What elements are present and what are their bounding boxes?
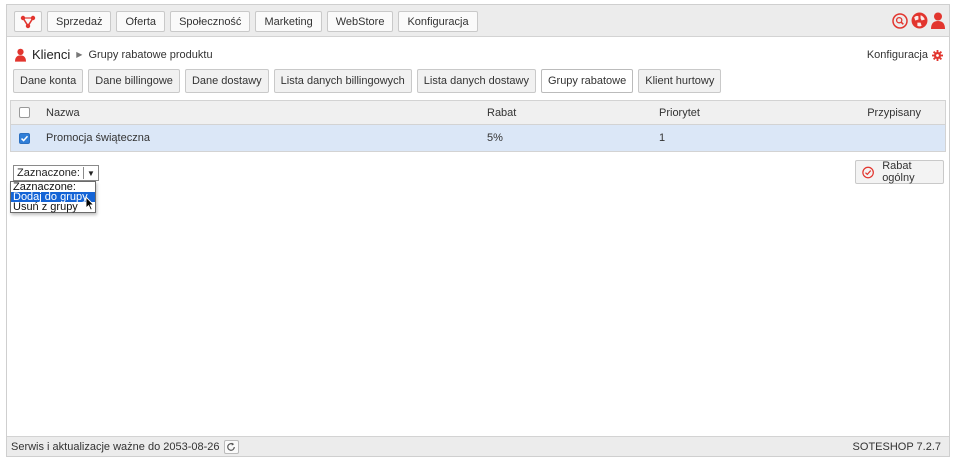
- user-icon[interactable]: [931, 12, 945, 29]
- top-icons: [892, 12, 945, 29]
- refresh-button[interactable]: [223, 439, 239, 454]
- breadcrumb-clients-link[interactable]: Klienci: [32, 47, 70, 62]
- user-icon: [15, 48, 26, 62]
- app-window: Sprzedaż Oferta Społeczność Marketing We…: [6, 4, 950, 457]
- check-circle-icon: [862, 166, 874, 178]
- nav-item-webstore[interactable]: WebStore: [326, 11, 394, 32]
- row-checkbox[interactable]: [19, 132, 30, 144]
- logo-icon: [20, 15, 36, 28]
- breadcrumb: Klienci ▶ Grupy rabatowe produktu: [15, 47, 213, 62]
- table-header: Nazwa Rabat Priorytet Przypisany: [11, 101, 945, 125]
- nav-item-spolecznosc[interactable]: Społeczność: [170, 11, 251, 32]
- select-all-checkbox[interactable]: [19, 107, 30, 118]
- general-discount-label: Rabat ogólny: [882, 160, 915, 184]
- cell-rabat: 5%: [487, 132, 503, 144]
- main-menu: Sprzedaż Oferta Społeczność Marketing We…: [47, 11, 478, 32]
- tab-lista-danych-billingowych[interactable]: Lista danych billingowych: [273, 69, 412, 93]
- service-validity-text: Serwis i aktualizacje ważne do 2053-08-2…: [11, 440, 220, 453]
- tab-grupy-rabatowe[interactable]: Grupy rabatowe: [540, 69, 634, 93]
- selection-options-list: Zaznaczone: Dodaj do grupy Usuń z grupy: [10, 181, 96, 213]
- nav-item-konfiguracja[interactable]: Konfiguracja: [398, 11, 478, 32]
- refresh-icon: [227, 442, 235, 451]
- tab-bar: Dane konta Dane billingowe Dane dostawy …: [13, 69, 722, 93]
- cell-name[interactable]: Promocja świąteczna: [46, 132, 150, 144]
- tab-klient-hurtowy[interactable]: Klient hurtowy: [638, 69, 722, 93]
- gear-icon: [932, 49, 943, 61]
- column-header-assigned[interactable]: Przypisany: [867, 107, 921, 119]
- cell-priority: 1: [659, 132, 666, 144]
- status-bar: Serwis i aktualizacje ważne do 2053-08-2…: [7, 436, 949, 456]
- globe-icon[interactable]: [911, 12, 928, 29]
- nav-item-sprzedaz[interactable]: Sprzedaż: [47, 11, 112, 32]
- breadcrumb-current: Grupy rabatowe produktu: [88, 48, 213, 61]
- configuration-link-label: Konfiguracja: [866, 49, 928, 61]
- discount-groups-table: Nazwa Rabat Priorytet Przypisany Promocj…: [10, 100, 946, 152]
- checkmark-icon: [20, 135, 29, 142]
- column-header-name[interactable]: Nazwa: [46, 107, 80, 119]
- tab-dane-billingowe[interactable]: Dane billingowe: [88, 69, 180, 93]
- search-icon[interactable]: [892, 12, 908, 29]
- option-usun-z-grupy[interactable]: Usuń z grupy: [11, 202, 95, 213]
- chevron-down-icon: ▼: [87, 168, 95, 178]
- mouse-pointer-icon: [85, 196, 95, 211]
- breadcrumb-separator-icon: ▶: [76, 50, 83, 59]
- general-discount-button[interactable]: Rabat ogólny: [855, 160, 944, 184]
- selection-select-value: Zaznaczone:: [17, 167, 80, 179]
- nav-item-oferta[interactable]: Oferta: [116, 11, 166, 32]
- logo-button[interactable]: [14, 11, 42, 32]
- tab-dane-konta[interactable]: Dane konta: [13, 69, 84, 93]
- tab-lista-danych-dostawy[interactable]: Lista danych dostawy: [416, 69, 536, 93]
- nav-item-marketing[interactable]: Marketing: [255, 11, 322, 32]
- column-header-priority[interactable]: Priorytet: [659, 107, 700, 119]
- selection-action-select[interactable]: Zaznaczone: ▼: [13, 165, 99, 181]
- top-navigation-bar: Sprzedaż Oferta Społeczność Marketing We…: [7, 5, 949, 37]
- version-label: SOTESHOP 7.2.7: [852, 440, 941, 453]
- configuration-link[interactable]: Konfiguracja: [867, 49, 943, 61]
- column-header-rabat[interactable]: Rabat: [487, 107, 516, 119]
- tab-dane-dostawy[interactable]: Dane dostawy: [184, 69, 269, 93]
- table-row[interactable]: Promocja świąteczna 5% 1: [11, 125, 945, 151]
